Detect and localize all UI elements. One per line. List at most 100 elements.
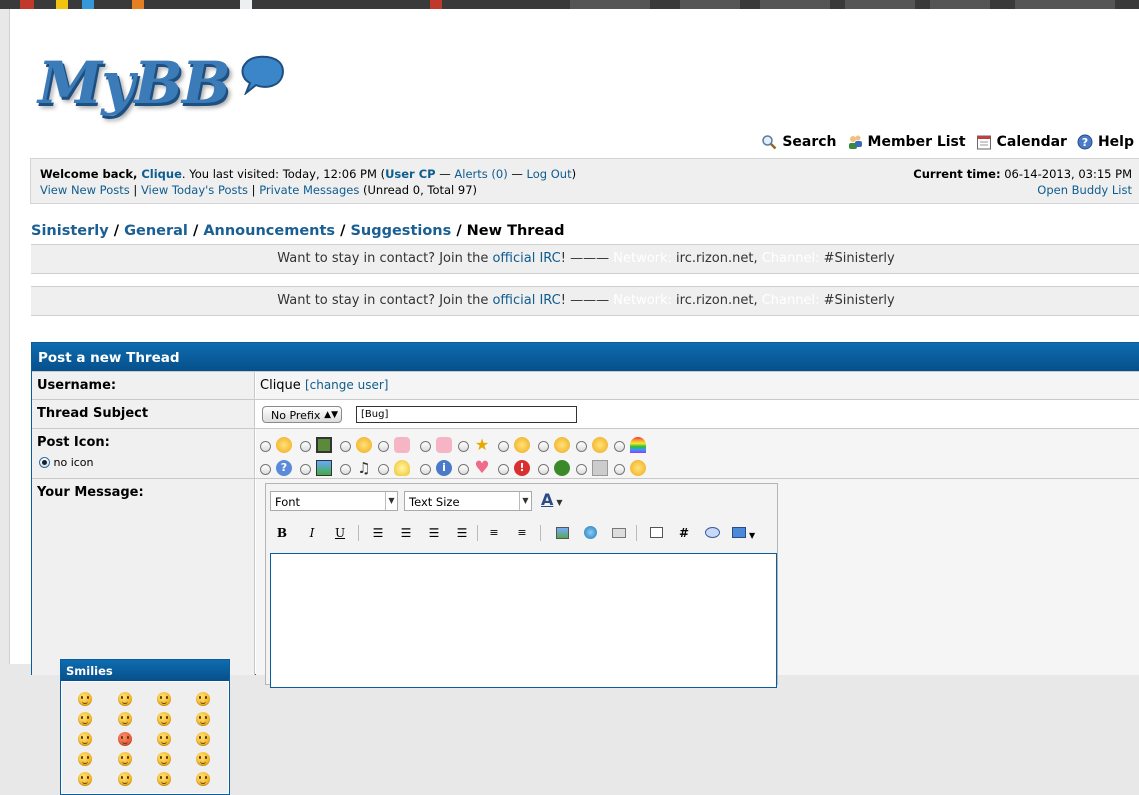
align-left-button[interactable]: ☰ — [370, 525, 386, 541]
post-icon-option[interactable] — [538, 460, 574, 478]
post-icon-radio[interactable] — [378, 464, 389, 475]
smiley-icon[interactable] — [196, 712, 210, 726]
post-icon-option[interactable]: ★ — [458, 437, 494, 455]
breadcrumb-sinisterly[interactable]: Sinisterly — [31, 223, 109, 239]
alerts-link[interactable]: Alerts (0) — [454, 167, 507, 181]
official-irc-link[interactable]: official IRC — [492, 251, 560, 266]
bookmark-icon[interactable] — [82, 0, 94, 9]
align-center-button[interactable]: ☰ — [398, 525, 414, 541]
numbered-list-button[interactable]: ≡ — [486, 525, 502, 541]
post-icon-radio[interactable] — [576, 441, 587, 452]
smiley-icon[interactable] — [196, 732, 210, 746]
post-icon-option[interactable] — [576, 460, 612, 478]
insert-email-button[interactable] — [611, 525, 627, 541]
post-icon-radio[interactable] — [420, 441, 431, 452]
post-icon-option[interactable] — [378, 437, 414, 455]
text-color-button[interactable]: A ▼ — [541, 492, 571, 508]
site-logo[interactable]: MyBB — [38, 49, 288, 129]
smiley-icon[interactable] — [78, 772, 92, 786]
post-icon-radio[interactable] — [614, 464, 625, 475]
post-icon-radio[interactable] — [458, 464, 469, 475]
smiley-icon[interactable] — [118, 772, 132, 786]
post-icon-radio[interactable] — [300, 464, 311, 475]
bookmark-icon[interactable] — [430, 0, 442, 9]
smiley-icon[interactable] — [78, 732, 92, 746]
align-right-button[interactable]: ☰ — [426, 525, 442, 541]
post-icon-option[interactable]: ♥ — [458, 460, 494, 478]
breadcrumb-suggestions[interactable]: Suggestions — [350, 223, 451, 239]
bookmark-item[interactable] — [930, 0, 990, 9]
view-new-posts-link[interactable]: View New Posts — [40, 183, 130, 197]
php-button[interactable] — [704, 525, 720, 541]
post-icon-radio[interactable] — [260, 441, 271, 452]
smiley-icon[interactable] — [78, 692, 92, 706]
view-todays-posts-link[interactable]: View Today's Posts — [141, 183, 248, 197]
bookmark-item[interactable] — [760, 0, 830, 9]
logout-link[interactable]: Log Out — [527, 167, 572, 181]
post-icon-radio[interactable] — [340, 441, 351, 452]
quote-button[interactable] — [648, 525, 664, 541]
smiley-icon[interactable] — [196, 772, 210, 786]
post-icon-option[interactable] — [340, 437, 376, 455]
post-icon-option[interactable] — [614, 437, 650, 455]
post-icon-option[interactable]: i — [420, 460, 456, 478]
post-icon-option[interactable] — [614, 460, 650, 478]
devil-smiley-icon[interactable] — [118, 732, 132, 746]
smiley-icon[interactable] — [157, 712, 171, 726]
prefix-select[interactable]: No Prefix ▲▼ — [262, 406, 342, 423]
post-icon-option[interactable] — [260, 437, 296, 455]
bullet-list-button[interactable]: ≡ — [514, 525, 530, 541]
smiley-icon[interactable] — [157, 752, 171, 766]
underline-button[interactable]: U — [332, 525, 348, 541]
italic-button[interactable]: I — [304, 525, 320, 541]
post-icon-radio[interactable] — [340, 464, 351, 475]
message-textarea[interactable] — [270, 553, 777, 688]
thread-subject-input[interactable] — [356, 406, 577, 423]
smiley-icon[interactable] — [157, 692, 171, 706]
insert-link-button[interactable] — [582, 525, 598, 541]
post-icon-radio[interactable] — [378, 441, 389, 452]
heart-eyes-smiley-icon[interactable] — [78, 752, 92, 766]
post-icon-option[interactable] — [378, 460, 414, 478]
post-icon-option[interactable] — [538, 437, 574, 455]
post-icon-option[interactable] — [576, 437, 612, 455]
post-icon-option[interactable] — [498, 437, 534, 455]
bookmark-icon[interactable] — [56, 0, 68, 9]
bookmark-item[interactable] — [680, 0, 740, 9]
smiley-icon[interactable] — [118, 752, 132, 766]
bookmark-icon[interactable] — [20, 0, 34, 9]
post-icon-radio[interactable] — [260, 464, 271, 475]
post-icon-radio[interactable] — [458, 441, 469, 452]
insert-image-button[interactable] — [554, 525, 570, 541]
post-icon-radio[interactable] — [420, 464, 431, 475]
bold-button[interactable]: B — [274, 525, 290, 541]
code-button[interactable]: # — [676, 525, 692, 541]
font-select[interactable]: Font ▼ — [270, 491, 398, 511]
cool-smiley-icon[interactable] — [157, 732, 171, 746]
post-icon-radio[interactable] — [614, 441, 625, 452]
video-button[interactable]: ▼ — [732, 525, 758, 541]
smiley-icon[interactable] — [196, 752, 210, 766]
post-icon-option[interactable] — [420, 437, 456, 455]
help-link[interactable]: ? Help — [1077, 134, 1134, 150]
post-icon-option[interactable]: ! — [498, 460, 534, 478]
post-icon-option[interactable]: ♫ — [340, 460, 376, 478]
smiley-icon[interactable] — [196, 692, 210, 706]
post-icon-radio[interactable] — [576, 464, 587, 475]
open-buddy-list-link[interactable]: Open Buddy List — [1037, 183, 1132, 197]
post-icon-option[interactable] — [300, 437, 336, 455]
search-link[interactable]: Search — [761, 134, 837, 150]
smiley-icon[interactable] — [118, 712, 132, 726]
username-link[interactable]: Clique — [141, 167, 182, 181]
breadcrumb-announcements[interactable]: Announcements — [203, 223, 335, 239]
member-list-link[interactable]: Member List — [847, 134, 966, 150]
post-icon-radio[interactable] — [498, 441, 509, 452]
post-icon-radio[interactable] — [538, 441, 549, 452]
bookmark-icon[interactable] — [240, 0, 252, 9]
change-user-link[interactable]: [change user] — [305, 378, 389, 392]
post-icon-radio[interactable] — [498, 464, 509, 475]
official-irc-link[interactable]: official IRC — [492, 293, 560, 308]
private-messages-link[interactable]: Private Messages — [259, 183, 359, 197]
no-icon-radio[interactable] — [39, 457, 50, 468]
post-icon-option[interactable]: ? — [260, 460, 296, 478]
